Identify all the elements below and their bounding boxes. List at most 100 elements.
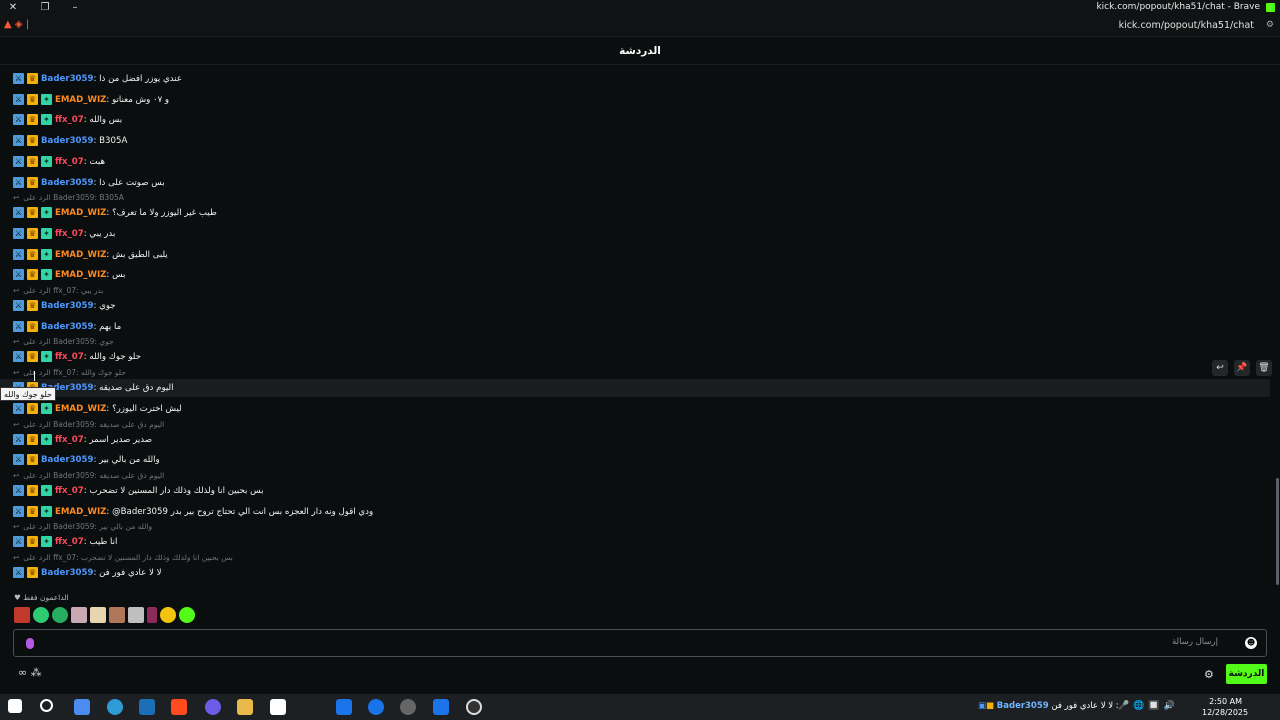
reply-reference[interactable]: ↩ الرد على Bader3059: والله من بالي بير <box>13 521 152 533</box>
steam-icon[interactable] <box>139 699 155 715</box>
crown-badge-icon[interactable]: ♛ <box>27 484 38 496</box>
chat-message[interactable]: ⚔ ♛ ✦ EMAD_WIZ: يلبى الطيق بش <box>0 246 1270 264</box>
subscriber-badge-icon[interactable]: ✦ <box>41 269 52 281</box>
crown-badge-icon[interactable]: ♛ <box>27 505 38 517</box>
chat-message[interactable]: ⚔ ♛ ✦ ffx_07: هبت <box>0 153 1270 171</box>
chat-message[interactable]: ⚔ ♛ ✦ EMAD_WIZ: @Bader3059 ودي اقول ونه دار… <box>0 503 1270 521</box>
chat-message[interactable]: ⚔ ♛ ✦ ffx_07: بس بحبين انا ولذلك وذلك دار ا… <box>0 482 1270 500</box>
chat-username[interactable]: EMAD_WIZ <box>55 270 106 280</box>
moderator-badge-icon[interactable]: ⚔ <box>13 505 24 517</box>
crown-badge-icon[interactable]: ♛ <box>27 135 38 147</box>
subscriber-badge-icon[interactable]: ✦ <box>41 227 52 239</box>
moderator-badge-icon[interactable]: ⚔ <box>13 269 24 281</box>
moderator-badge-icon[interactable]: ⚔ <box>13 93 24 105</box>
chat-username[interactable]: ffx_07 <box>55 537 84 547</box>
chat-input[interactable]: إرسال رسالة ☻ <box>13 629 1267 657</box>
mic-icon[interactable] <box>26 638 34 649</box>
chat-username[interactable]: Bader3059 <box>41 301 94 311</box>
crown-badge-icon[interactable]: ♛ <box>27 567 38 578</box>
brave-taskbar-icon[interactable] <box>171 699 187 715</box>
chat-username[interactable]: Bader3059 <box>41 74 94 84</box>
crown-badge-icon[interactable]: ♛ <box>27 93 38 105</box>
edge-icon[interactable] <box>107 699 123 715</box>
crown-badge-icon[interactable]: ♛ <box>27 402 38 414</box>
crown-badge-icon[interactable]: ♛ <box>27 433 38 445</box>
chat-username[interactable]: EMAD_WIZ <box>55 95 106 105</box>
chat-message[interactable]: ⚔ ♛ ✦ EMAD_WIZ: طيب غير اليوزر ولا ما تعرف؟ <box>0 204 1270 222</box>
emote-4[interactable] <box>71 607 87 623</box>
moderator-badge-icon[interactable]: ⚔ <box>13 248 24 260</box>
chat-message[interactable]: ⚔ ♛ ✦ ffx_07: بس والله <box>0 111 1270 129</box>
chat-username[interactable]: ffx_07 <box>55 486 84 496</box>
moderator-badge-icon[interactable]: ⚔ <box>13 135 24 147</box>
file-explorer-icon[interactable] <box>237 699 253 715</box>
chat-message[interactable]: ⚔ ♛ Bader3059: B305A <box>0 132 1270 150</box>
crown-badge-icon[interactable]: ♛ <box>27 73 38 84</box>
moderator-badge-icon[interactable]: ⚔ <box>13 536 24 548</box>
chat-username[interactable]: Bader3059 <box>41 136 94 146</box>
reply-reference[interactable]: ↩ الرد على Bader3059: جوي <box>13 336 114 348</box>
subscriber-badge-icon[interactable]: ✦ <box>41 207 52 219</box>
moderator-badge-icon[interactable]: ⚔ <box>13 207 24 219</box>
app-icon-3[interactable] <box>400 699 416 715</box>
emote-3[interactable] <box>52 607 68 623</box>
chat-username[interactable]: EMAD_WIZ <box>55 404 106 414</box>
system-tray[interactable]: 🎤🌐🔲🔊 <box>1118 701 1179 711</box>
subscriber-badge-icon[interactable]: ✦ <box>41 505 52 517</box>
chat-message[interactable]: ⚔ ♛ Bader3059: بس صوتت على ذا <box>0 174 1270 192</box>
chat-message[interactable]: ⚔ ♛ Bader3059: لا لا عادي فور فن <box>0 564 1270 582</box>
chat-message[interactable]: ⚔ ♛ ✦ ffx_07: صدير صدير اسمر <box>0 431 1270 449</box>
reply-reference[interactable]: ↩ الرد على ffx_07: بس بحبين انا ولذلك وذل… <box>13 552 233 564</box>
reply-reference[interactable]: ↩ الرد على ffx_07: حلو جوك والله <box>13 367 126 379</box>
crown-badge-icon[interactable]: ♛ <box>27 248 38 260</box>
send-chat-button[interactable]: الدردشة <box>1226 664 1267 684</box>
reply-reference[interactable]: ↩ الرد على Bader3059: B305A <box>13 192 124 204</box>
restore-window-icon[interactable]: ❐ <box>36 1 54 14</box>
crown-badge-icon[interactable]: ♛ <box>27 114 38 126</box>
moderator-badge-icon[interactable]: ⚔ <box>13 176 24 188</box>
discord-icon[interactable] <box>205 699 221 715</box>
chat-message[interactable]: ⚔ ♛ Bader3059: جوي <box>0 297 1270 315</box>
app-icon-2[interactable] <box>368 699 384 715</box>
brave-shield-icon[interactable] <box>1266 3 1275 12</box>
emote-1[interactable] <box>14 607 30 623</box>
chat-message[interactable]: ⚔♛Bader3059: اليوم دق على صديقه <box>0 379 1270 398</box>
chat-username[interactable]: Bader3059 <box>41 322 94 332</box>
subscriber-badge-icon[interactable]: ✦ <box>41 114 52 126</box>
app-icon-4[interactable] <box>433 699 449 715</box>
chat-message[interactable]: ⚔ ♛ ✦ ffx_07: بدر يبي <box>0 225 1270 243</box>
emote-8[interactable] <box>147 607 157 623</box>
chat-message[interactable]: ⚔ ♛ ✦ EMAD_WIZ: ليش اخترت اليوزر؟ <box>0 400 1270 418</box>
calendar-icon[interactable] <box>270 699 286 715</box>
emote-10[interactable] <box>179 607 195 623</box>
reply-reference[interactable]: ↩ الرد على Bader3059: اليوم دق على صديقه <box>13 470 164 482</box>
crown-badge-icon[interactable]: ♛ <box>27 351 38 363</box>
rewards-icon[interactable]: ∞ ⁂ <box>18 666 42 679</box>
moderator-badge-icon[interactable]: ⚔ <box>13 567 24 578</box>
chat-username[interactable]: EMAD_WIZ <box>55 250 106 260</box>
copilot-icon[interactable] <box>74 699 90 715</box>
reply-reference[interactable]: ↩ الرد على ffx_07: بدر يبي <box>13 285 104 297</box>
crown-badge-icon[interactable]: ♛ <box>27 227 38 239</box>
crown-badge-icon[interactable]: ♛ <box>27 300 38 311</box>
chat-username[interactable]: Bader3059 <box>41 455 94 465</box>
settings-gear-icon[interactable]: ⚙ <box>1204 668 1214 681</box>
chat-username[interactable]: ffx_07 <box>55 352 84 362</box>
close-window-icon[interactable]: ✕ <box>4 1 22 14</box>
subscriber-badge-icon[interactable]: ✦ <box>41 484 52 496</box>
chat-message[interactable]: ⚔ ♛ ✦ ffx_07: حلو جوك والله <box>0 348 1270 366</box>
moderator-badge-icon[interactable]: ⚔ <box>13 114 24 126</box>
subscriber-badge-icon[interactable]: ✦ <box>41 433 52 445</box>
scrollbar-thumb[interactable] <box>1276 478 1279 585</box>
chat-username[interactable]: Bader3059 <box>41 568 94 578</box>
chat-message[interactable]: ⚔ ♛ ✦ EMAD_WIZ: و ٠٧ وش معناتو <box>0 91 1270 109</box>
chat-message[interactable]: ⚔ ♛ ✦ ffx_07: انا طيب <box>0 533 1270 551</box>
moderator-badge-icon[interactable]: ⚔ <box>13 454 24 466</box>
emote-2[interactable] <box>33 607 49 623</box>
search-icon[interactable] <box>40 699 53 712</box>
reply-reference[interactable]: ↩ الرد على Bader3059: اليوم دق على صديقه <box>13 419 164 431</box>
chat-messages[interactable]: ⚔ ♛ Bader3059: عندي يوزر افضل من ذا ⚔ ♛ ✦ EMAD… <box>0 66 1276 586</box>
crown-badge-icon[interactable]: ♛ <box>27 269 38 281</box>
emoji-icon[interactable]: ☻ <box>1245 637 1257 649</box>
subscriber-badge-icon[interactable]: ✦ <box>41 402 52 414</box>
